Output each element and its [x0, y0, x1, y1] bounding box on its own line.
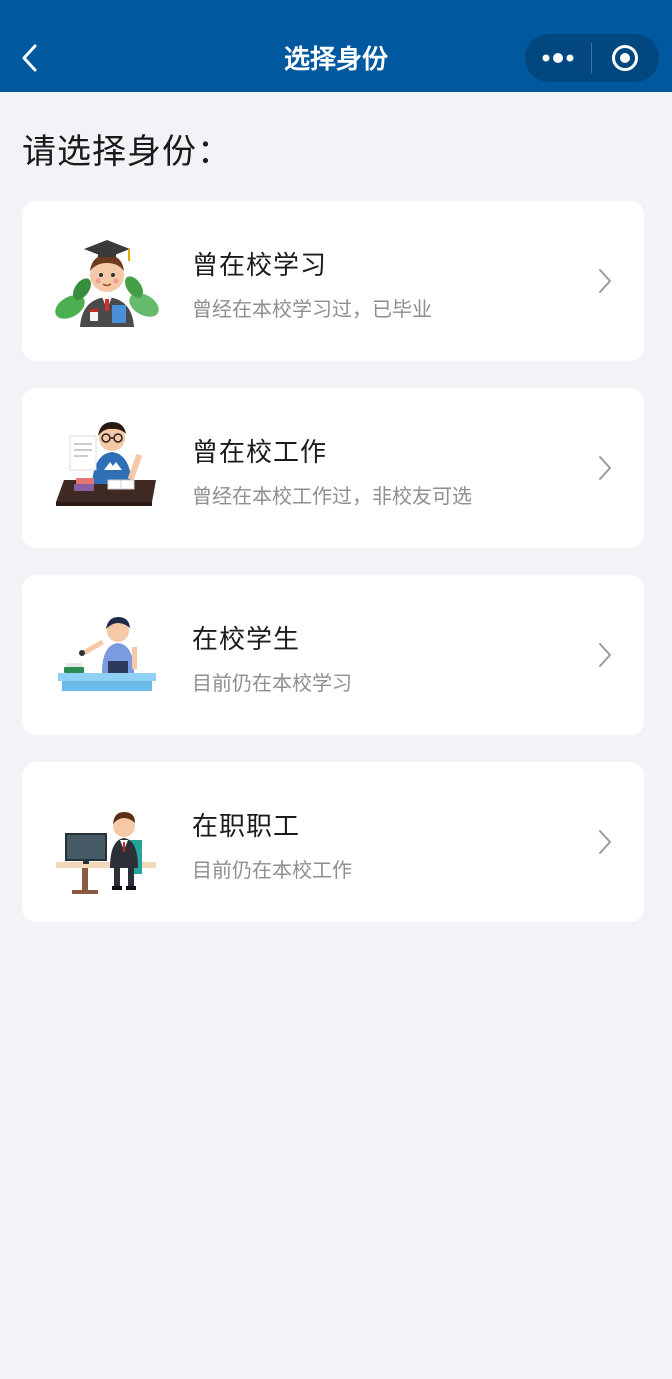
chevron-right-icon [599, 643, 611, 667]
option-title: 曾在校学习 [192, 251, 328, 281]
option-title: 曾在校工作 [192, 438, 328, 468]
staff-at-computer-illustration [56, 812, 156, 894]
teacher-at-desk-illustration [56, 422, 156, 506]
target-circle-icon [612, 45, 638, 71]
option-card-current-staff[interactable]: 在职职工 目前仍在本校工作 [22, 762, 644, 922]
more-dots-icon [542, 53, 574, 63]
option-subtitle: 曾经在本校工作过，非校友可选 [192, 484, 472, 508]
option-card-alumni-study[interactable]: 曾在校学习 曾经在本校学习过，已毕业 [22, 201, 644, 361]
option-card-former-staff[interactable]: 曾在校工作 曾经在本校工作过，非校友可选 [22, 388, 644, 548]
option-card-current-student[interactable]: 在校学生 目前仍在本校学习 [22, 575, 644, 735]
chevron-right-icon [599, 269, 611, 293]
option-subtitle: 曾经在本校学习过，已毕业 [192, 297, 432, 321]
nav-bar: 选择身份 [0, 0, 672, 92]
graduate-illustration [55, 240, 159, 327]
chevron-right-icon [599, 830, 611, 854]
option-subtitle: 目前仍在本校工作 [192, 858, 352, 882]
prompt-heading: 请选择身份： [22, 132, 232, 172]
option-title: 在职职工 [192, 812, 301, 842]
close-button[interactable] [592, 34, 658, 82]
option-subtitle: 目前仍在本校学习 [192, 671, 352, 695]
more-button[interactable] [525, 34, 591, 82]
option-title: 在校学生 [192, 625, 301, 655]
chevron-right-icon [599, 456, 611, 480]
capsule-menu [525, 34, 659, 82]
student-at-desk-illustration [58, 617, 156, 691]
